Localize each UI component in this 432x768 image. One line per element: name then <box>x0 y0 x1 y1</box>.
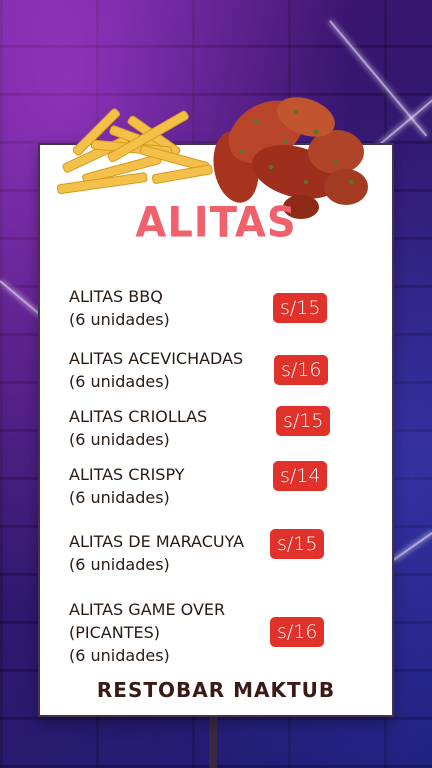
item-name: ALITAS BBQ <box>69 287 163 306</box>
price-badge: s/16 <box>274 355 329 385</box>
item-name: ALITAS CRISPY <box>69 465 185 484</box>
item-detail: (6 unidades) <box>69 372 170 391</box>
menu-item: ALITAS GAME OVER (PICANTES) (6 unidades) <box>69 598 225 667</box>
price-badge: s/15 <box>276 406 331 436</box>
menu-item: ALITAS CRISPY (6 unidades) <box>69 463 185 509</box>
item-name-line2: (PICANTES) <box>69 623 160 642</box>
item-detail: (6 unidades) <box>69 310 170 329</box>
item-detail: (6 unidades) <box>69 646 170 665</box>
price-badge: s/15 <box>270 529 325 559</box>
menu-item: ALITAS DE MARACUYA (6 unidades) <box>69 530 244 576</box>
restaurant-name: RESTOBAR MAKTUB <box>96 678 336 702</box>
menu-title: ALITAS <box>135 198 297 248</box>
price-badge: s/16 <box>270 617 325 647</box>
menu-item: ALITAS BBQ (6 unidades) <box>69 285 170 331</box>
item-detail: (6 unidades) <box>69 555 170 574</box>
menu-item: ALITAS CRIOLLAS (6 unidades) <box>69 405 207 451</box>
item-name: ALITAS DE MARACUYA <box>69 532 245 551</box>
item-detail: (6 unidades) <box>69 430 170 449</box>
item-detail: (6 unidades) <box>69 488 170 507</box>
price-badge: s/14 <box>273 461 328 491</box>
price-badge: s/15 <box>273 293 328 323</box>
item-name: ALITAS ACEVICHADAS <box>69 349 244 368</box>
item-name: ALITAS CRIOLLAS <box>69 407 208 426</box>
item-name: ALITAS GAME OVER <box>69 600 226 619</box>
menu-item: ALITAS ACEVICHADAS (6 unidades) <box>69 347 243 393</box>
